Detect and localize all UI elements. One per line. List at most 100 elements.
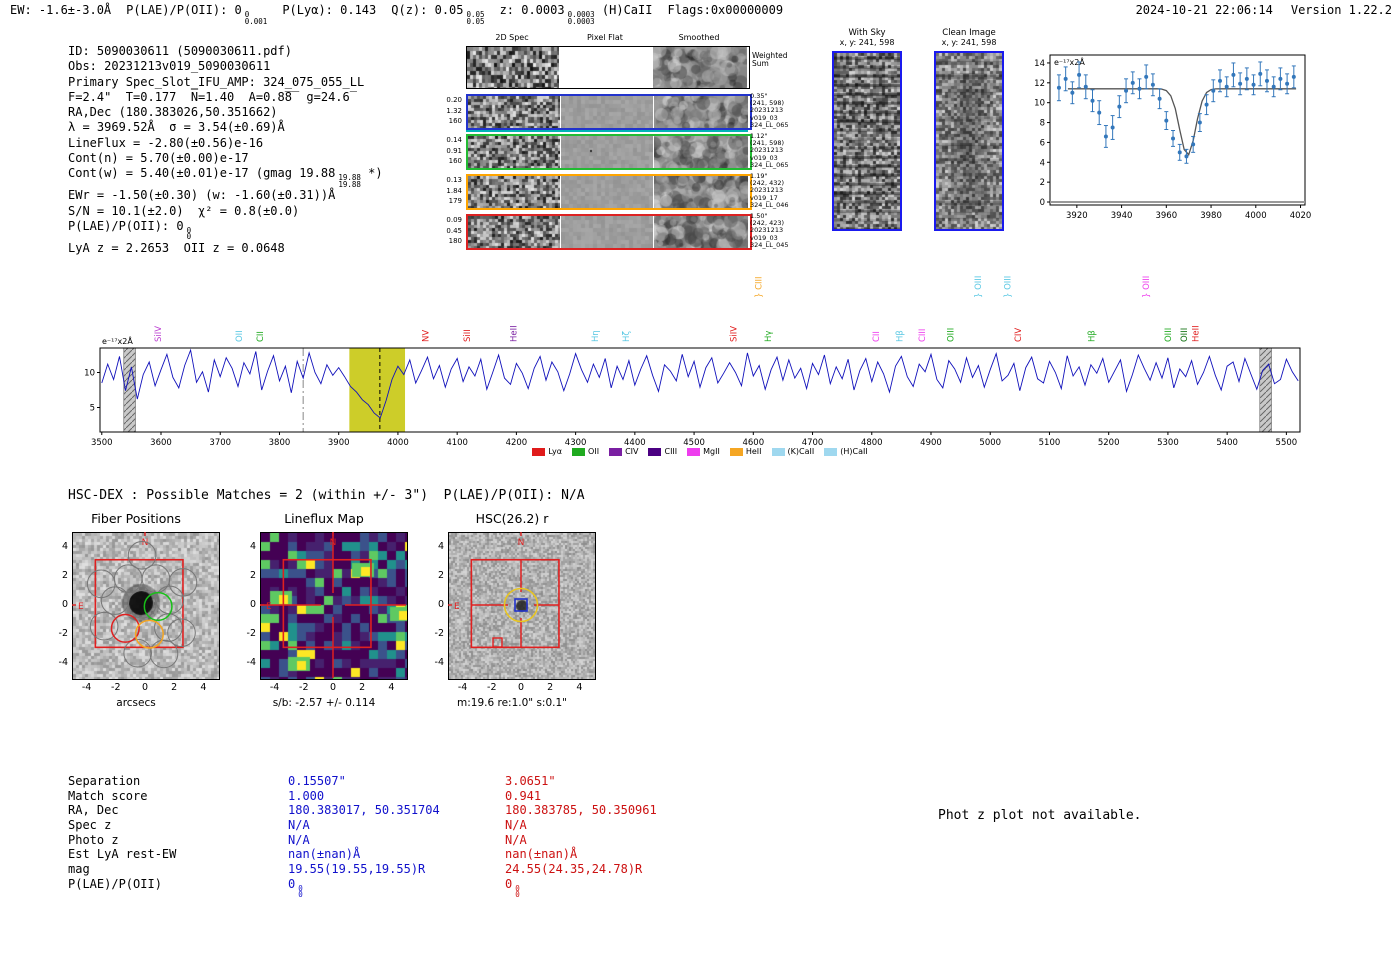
emission-line-label: NV [422,330,432,342]
info-line: ID: 5090030611 (5090030611.pdf) [68,44,292,58]
spec2d-panel: 2D Spec Pixel Flat Smoothed Weighted Sum… [432,30,852,260]
match-value: 0.15507" [288,774,346,788]
x-tick-label: 0 [141,682,149,693]
info-line: LyA z = 2.2653 OII z = 0.0648 [68,240,285,255]
row-left-value: 0.20 [446,96,462,104]
row-left-values: 0.14 0.91 160 [432,135,462,167]
row-left-value: 0.91 [446,146,462,155]
info-line: S/N = 10.1(±2.0) χ² = 0.8(±0.0) [68,203,300,218]
svg-text:5300: 5300 [1157,438,1179,448]
row-right-annotations: 1.50" (242, 423) 20231213 v019_03 324_LL_045 [750,212,810,249]
header-meta: 2024-10-21 22:06:14 Version 1.22.2 [1136,3,1392,17]
with-sky-panel: With Sky x, y: 241, 598 [829,28,905,231]
row-left-value: 0.09 [446,216,462,224]
row-right-annotation: 324_LL_046 [750,200,789,209]
spec2d-col-header: Smoothed [678,33,720,42]
cutout-xlabel: arcsecs [116,697,156,709]
legend-swatch [771,447,785,456]
match-value: nan(±nan)Å [505,847,578,862]
x-tick-label: 2 [171,682,178,693]
spec2d-col-header: Pixel Flat [587,33,623,42]
emission-line-label: SiIV [730,326,740,342]
header-segment: z: 0.0003 0.0003 0.0003 (H)CaII [499,3,653,26]
x-tick-label: 4 [388,682,395,693]
spec2d-row-strip [466,134,752,170]
row-2dspec-image [468,136,560,168]
row-label: Photo z [68,832,119,847]
row-left-value: 1.32 [446,106,462,115]
report-timestamp: 2024-10-21 22:06:14 [1135,3,1273,17]
weighted-sum-label: Weighted Sum [752,52,788,68]
y-tick-label: 4 [249,540,256,552]
compass-east-label: E [454,602,460,612]
with-sky-coords: x, y: 241, 598 [839,38,895,47]
spectrum-ylabel: e⁻¹⁷x2Å [102,335,133,346]
match-column-2: 3.0651" 0.941 180.383785, 50.350961 N/A N/A n… [505,774,657,898]
emission-line-label: Hη [591,330,601,342]
row-left-values: 0.20 1.32 160 [432,95,462,127]
x-tick-label: 0 [329,682,337,693]
selected-fiber-orange [134,619,164,649]
sup-sub-stack: 0.05 0.05 [466,10,485,26]
row-left-values: 0.13 1.84 179 [432,175,462,207]
emission-line-label: } OIII [1003,276,1013,298]
info-line: Cont(n) = 5.70(±0.00)e-17 [68,151,249,166]
row-label: Match score [68,788,148,803]
emission-line-label: CII [256,331,266,342]
sup-sub-stack: 00 [515,883,520,900]
emission-line-label: HeII [509,325,519,342]
svg-text:12: 12 [1034,79,1045,89]
row-smoothed-image [654,216,748,248]
match-value: 0.941 [505,788,542,803]
x-tick-label: -4 [81,682,92,693]
legend-item: OII [572,447,599,456]
legend-label: HeII [745,447,762,456]
legend-swatch [729,447,743,456]
row-right-annotations: 0.35" (241, 598) 20231213 v019_03 324_LL_065 [750,92,810,129]
weighted-sum-strip [466,46,750,89]
header-segment: EW: -1.6±-3.0Å [10,3,112,17]
spectrum-y-axis-ticks: 5 10 [84,369,100,414]
detection-highlight-band [349,348,406,432]
row-right-annotations: 1.19" (242, 432) 20231213 v019_17 324_LL_046 [750,172,810,209]
match-value: 180.383017, 50.351704 [288,803,440,818]
x-tick-label: -2 [487,682,497,693]
line-fit-zoom-plot: 3920 3940 3960 3980 4000 402002468101214 e⁻¹⁷x… [1034,54,1311,221]
row-left-value: 0.45 [446,226,462,235]
emission-line-label: OIII [1164,328,1174,342]
spec2d-row-strip [466,174,752,210]
hsc-matches-title: HSC-DEX : Possible Matches = 2 (within +… [68,488,585,503]
legend-label: (H)CaII [840,447,868,456]
info-line: Obs: 20231213v019_5090030611 [68,59,271,74]
row-label: mag [68,862,90,877]
x-tick-label: 2 [359,682,366,693]
emission-line-label: } OIII [974,276,984,298]
svg-text:3960: 3960 [1155,211,1177,221]
match-column-1: 0.15507" 1.000 180.383017, 50.351704 N/A N/A… [288,774,440,898]
x-tick-label: -2 [299,682,309,693]
x-tick-label: 4 [200,682,207,693]
legend-swatch [824,447,838,456]
info-line: RA,Dec (180.383026,50.351662) [68,105,278,120]
svg-text:0: 0 [1040,198,1045,208]
match-value: N/A [505,818,527,833]
match-value: N/A [288,818,310,833]
header-segment: P(Lyα): 0.143 [282,3,377,17]
svg-text:3920: 3920 [1066,211,1088,221]
x-tick-label: 0 [517,682,525,693]
row-left-value: 179 [448,197,462,206]
y-tick-label: 4 [61,540,68,552]
sup-sub-stack: 0.0003 0.0003 [567,10,595,26]
y-tick-label: 2 [61,569,68,581]
elixer-report-page: { "header": { "segments": [ {"text": "EW… [0,0,1400,953]
cutout-panel-3: HSC(26.2) r m:19.6 re:1.0" s:0.1" -4 -4 -2 -2… [412,505,612,713]
zoom-y-axis-ticks: 0 2 4 6 8 10 12 14 [1034,59,1050,208]
svg-text:3940: 3940 [1111,211,1133,221]
aperture-box [282,558,372,649]
legend-swatch [648,447,662,456]
svg-text:14: 14 [1034,59,1045,69]
compass-north-label: N [518,538,525,548]
row-pixelflat-image [561,216,653,248]
emission-line-label: Hβ [1087,330,1097,342]
legend-label: OII [588,447,600,456]
